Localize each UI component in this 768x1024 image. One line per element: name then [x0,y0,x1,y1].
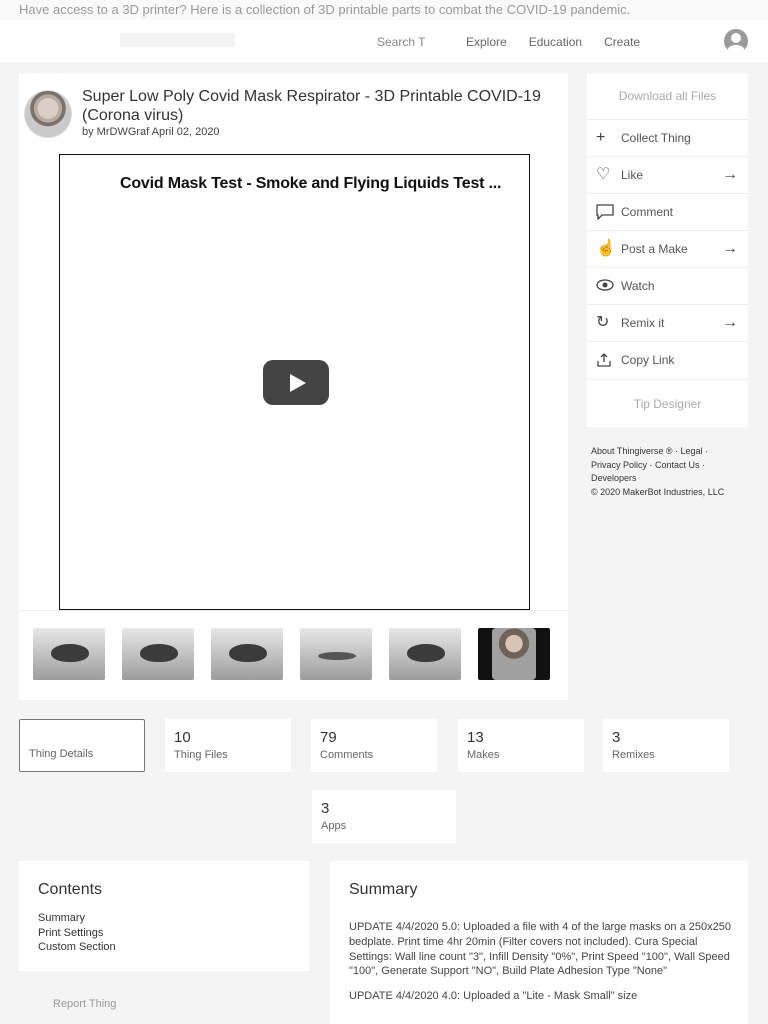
nav-create[interactable]: Create [604,35,640,49]
summary-title: Summary [349,881,418,898]
contents-list: Summary Print Settings Custom Section [38,911,116,955]
nav-education[interactable]: Education [529,35,582,49]
plus-icon: + [596,129,606,146]
search-input[interactable]: Search T [377,35,425,49]
copyright-text: © 2020 MakerBot Industries, LLC [591,486,725,497]
remix-button[interactable]: ↻ Remix it → [587,304,748,341]
report-thing-link[interactable]: Report Thing [53,998,116,1010]
collect-label: Collect Thing [621,131,691,145]
top-nav: Search T Explore Education Create [0,20,768,62]
copy-link-label: Copy Link [621,353,675,367]
summary-card: Summary UPDATE 4/4/2020 5.0: Uploaded a … [330,861,748,1024]
makes-label: Makes [467,749,500,761]
divider [19,610,568,611]
video-player[interactable]: Covid Mask Test - Smoke and Flying Liqui… [59,154,530,610]
video-title[interactable]: Covid Mask Test - Smoke and Flying Liqui… [120,175,501,193]
action-sidebar: Download all Files + Collect Thing ♡ Lik… [587,73,748,427]
thumbnail-5[interactable] [389,628,461,680]
user-avatar[interactable] [724,29,748,53]
comment-label: Comment [621,205,674,219]
play-button[interactable] [263,360,329,405]
share-icon [596,352,612,372]
makes-count: 13 [467,729,484,746]
download-label: Download all Files [618,89,717,103]
comments-label: Comments [320,749,374,761]
post-make-button[interactable]: ☝ Post a Make → [587,230,748,267]
author-avatar[interactable] [24,90,72,138]
tab-thing-details[interactable]: Thing Details [19,719,145,772]
download-all-button[interactable]: Download all Files [587,73,748,119]
summary-text: UPDATE 4/4/2020 5.0: Uploaded a file wit… [349,920,734,1014]
tab-label: Thing Details [29,748,94,760]
contact-link[interactable]: Contact Us [655,460,700,470]
footer-links: About Thingiverse ® · Legal · Privacy Po… [591,446,725,497]
tab-apps[interactable]: 3 Apps [312,790,456,843]
apps-label: Apps [321,820,347,832]
heart-icon: ♡ [596,166,611,183]
privacy-link[interactable]: Privacy Policy [591,460,647,470]
contents-card: Contents Summary Print Settings Custom S… [19,861,309,971]
thing-byline[interactable]: by MrDWGraf April 02, 2020 [82,126,220,138]
remixes-count: 3 [612,729,621,746]
thumbnail-strip [33,628,550,680]
tip-designer-button[interactable]: Tip Designer [587,379,748,427]
watch-button[interactable]: Watch [587,267,748,304]
arrow-right-icon: → [722,240,738,257]
thing-card: Super Low Poly Covid Mask Respirator - 3… [19,73,568,700]
eye-icon [596,278,614,296]
contents-link-print-settings[interactable]: Print Settings [38,926,116,941]
tab-remixes[interactable]: 3 Remixes [603,719,729,772]
files-label: Thing Files [174,749,228,761]
summary-paragraph: UPDATE 4/4/2020 4.0: Uploaded a "Lite - … [349,990,638,1003]
watch-label: Watch [621,279,655,293]
tab-comments[interactable]: 79 Comments [311,719,437,772]
announcement-banner[interactable]: Have access to a 3D printer? Here is a c… [0,0,768,20]
comment-button[interactable]: Comment [587,193,748,230]
summary-paragraph: UPDATE 4/4/2020 5.0: Uploaded a file wit… [349,921,731,978]
copy-link-button[interactable]: Copy Link [587,341,748,378]
contents-link-summary[interactable]: Summary [38,911,116,926]
nav-links: Explore Education Create [466,35,640,49]
apps-count: 3 [321,800,330,817]
site-logo[interactable] [120,33,235,47]
remixes-label: Remixes [612,749,655,761]
remix-icon: ↻ [596,314,610,331]
remix-label: Remix it [621,316,665,330]
arrow-right-icon: → [722,166,738,183]
developers-link[interactable]: Developers [591,473,637,483]
like-label: Like [621,168,644,182]
tip-label: Tip Designer [633,396,702,411]
hand-icon: ☝ [596,240,616,257]
about-link[interactable]: About Thingiverse ® [591,446,673,456]
thing-title: Super Low Poly Covid Mask Respirator - 3… [82,88,541,124]
thumbnail-1[interactable] [33,628,105,680]
legal-link[interactable]: Legal [681,446,703,456]
comments-count: 79 [320,729,337,746]
nav-explore[interactable]: Explore [466,35,507,49]
arrow-right-icon: → [722,314,738,331]
tab-thing-files[interactable]: 10 Thing Files [165,719,291,772]
contents-link-custom-section[interactable]: Custom Section [38,940,116,955]
thumbnail-6[interactable] [478,628,550,680]
thumbnail-3[interactable] [211,628,283,680]
files-count: 10 [174,729,191,746]
user-icon [727,33,745,53]
contents-title: Contents [38,881,103,898]
thumbnail-4[interactable] [300,628,372,680]
tab-makes[interactable]: 13 Makes [458,719,584,772]
comment-icon [596,204,614,224]
like-button[interactable]: ♡ Like → [587,156,748,193]
thumbnail-2[interactable] [122,628,194,680]
collect-button[interactable]: + Collect Thing [587,119,748,156]
post-make-label: Post a Make [621,242,688,256]
